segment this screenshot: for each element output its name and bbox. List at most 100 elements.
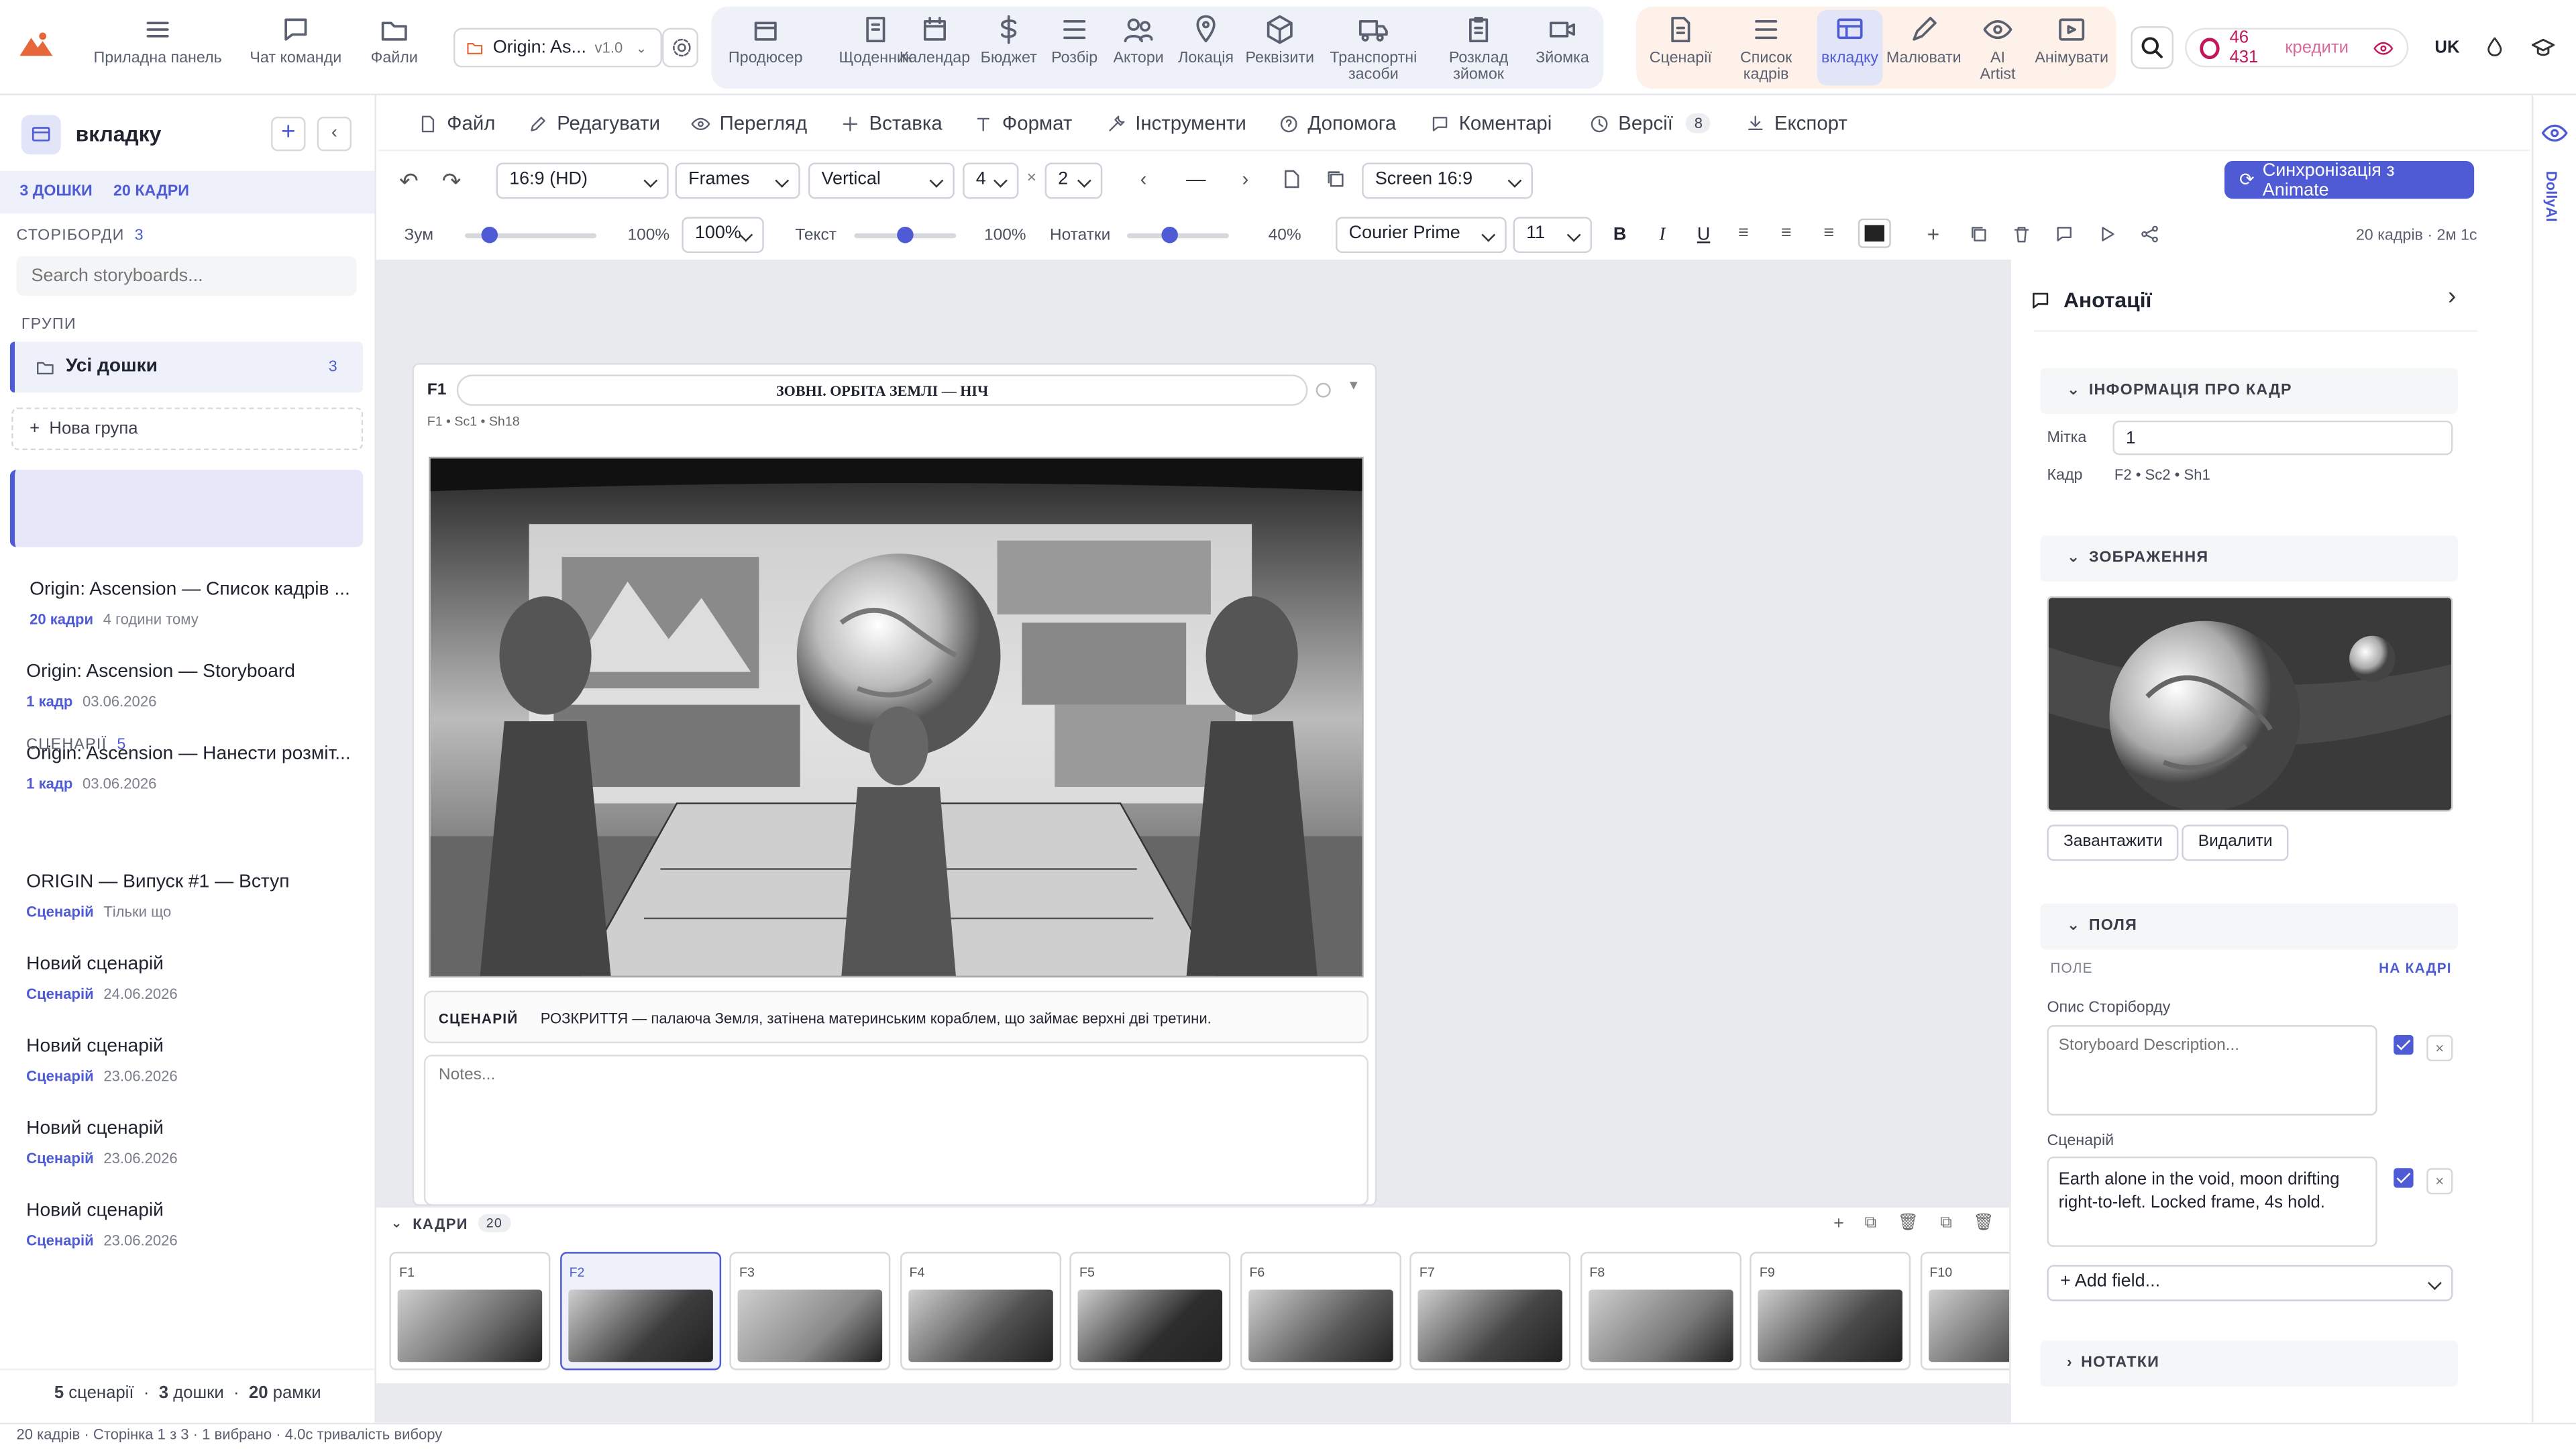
undo-button[interactable]: ↶ (399, 168, 419, 196)
nav-script[interactable]: Сценарії (1646, 13, 1715, 68)
language-switch[interactable]: UK (2434, 38, 2459, 57)
underline-button[interactable]: U (1697, 225, 1710, 245)
frames-select[interactable]: Frames (675, 162, 800, 199)
page-icon[interactable] (1280, 168, 1303, 191)
frame-image[interactable] (429, 456, 1364, 978)
board-item[interactable]: Origin: Ascension — Список кадрів ... (30, 580, 350, 599)
annotation-image[interactable] (2047, 596, 2453, 812)
board-item[interactable]: Origin: Ascension — Storyboard (26, 662, 295, 682)
menu-history[interactable]: Версії 8 (1589, 112, 1711, 135)
frame-thumbnail[interactable]: F4 (899, 1252, 1061, 1371)
nav-camera[interactable]: Зйомка (1534, 13, 1590, 68)
frame-thumbnail[interactable]: F9 (1750, 1252, 1911, 1371)
screen-select[interactable]: Screen 16:9 (1362, 162, 1533, 199)
nav-actors[interactable]: Актори (1111, 13, 1167, 68)
align-left-icon[interactable]: ≡ (1738, 223, 1749, 243)
drop-icon[interactable] (2482, 34, 2507, 59)
comment-icon[interactable] (2053, 223, 2075, 245)
nav-animate[interactable]: Анімувати (2032, 13, 2111, 68)
collapse-sidebar-button[interactable]: ‹ (317, 116, 352, 152)
next-page-button[interactable]: › (1242, 168, 1248, 191)
tab-boards[interactable]: 3 ДОШКИ (19, 182, 92, 201)
zoom-slider-handle[interactable] (481, 226, 498, 244)
nav-files[interactable]: Файли (363, 13, 425, 68)
trash-icon[interactable] (2011, 223, 2033, 245)
aspect-select[interactable]: 16:9 (HD) (496, 162, 669, 199)
search-storyboards-input[interactable] (16, 256, 357, 296)
search-button[interactable] (2131, 26, 2174, 69)
strip-add-icon[interactable]: + (1833, 1214, 1844, 1234)
scenario-input[interactable]: Earth alone in the void, moon drifting r… (2047, 1157, 2377, 1247)
columns-input[interactable]: 4 (963, 162, 1019, 199)
script-item[interactable]: ORIGIN — Випуск #1 — Вступ (26, 872, 289, 892)
frame-heading-input[interactable]: ЗОВНІ. ОРБІТА ЗЕМЛІ — НІЧ (456, 374, 1308, 406)
nav-vehicle[interactable]: Транспортні засоби (1329, 13, 1417, 84)
frame-thumbnail[interactable]: F8 (1579, 1252, 1741, 1371)
new-group-button[interactable]: + Нова група (11, 407, 364, 451)
strip-copy-icon[interactable]: ⧉ (1865, 1214, 1876, 1232)
menu-tools[interactable]: Інструменти (1106, 112, 1246, 135)
script-item[interactable]: Новий сценарій (26, 1119, 164, 1138)
strip-delete-icon[interactable]: 🗑 (1973, 1214, 1994, 1232)
nav-location[interactable]: Локація (1178, 13, 1234, 68)
frame-thumbnail[interactable]: F5 (1069, 1252, 1231, 1371)
font-size-select[interactable]: 11 (1513, 217, 1593, 254)
delete-image-button[interactable]: Видалити (2182, 824, 2290, 861)
frame-notes-input[interactable] (423, 1055, 1369, 1206)
remove-scenario-field[interactable]: × (2426, 1168, 2453, 1195)
frame-script-box[interactable]: СЦЕНАРІЙ РОЗКРИТТЯ — палаюча Земля, заті… (423, 990, 1369, 1044)
nav-schedule[interactable]: Розклад зйомок (1446, 13, 1511, 84)
align-right-icon[interactable]: ≡ (1823, 223, 1834, 243)
prev-page-button[interactable]: ‹ (1140, 168, 1147, 191)
menu-plus[interactable]: Вставка (839, 112, 943, 135)
strip-trash-icon[interactable]: 🗑 (1898, 1214, 1919, 1232)
project-settings-button[interactable] (661, 28, 698, 68)
description-input[interactable] (2047, 1025, 2377, 1116)
menu-text[interactable]: Формат (973, 112, 1072, 135)
menu-comment[interactable]: Коментарі (1430, 112, 1552, 135)
duplicate-icon[interactable] (1324, 168, 1347, 191)
frame-thumbnail[interactable]: F2 (559, 1252, 720, 1371)
layout-select[interactable]: Vertical (808, 162, 955, 199)
frame-thumbnail[interactable]: F1 (389, 1252, 551, 1371)
text-scale-slider[interactable] (854, 226, 957, 244)
frame-strip-header[interactable]: ⌄ КАДРИ 20 (391, 1214, 511, 1232)
align-center-icon[interactable]: ≡ (1781, 223, 1792, 243)
dolly-eye-icon[interactable] (2540, 118, 2569, 148)
remove-description-field[interactable]: × (2426, 1034, 2453, 1062)
panel-close-chevron[interactable]: › (2448, 282, 2456, 311)
notes-slider-handle[interactable] (1161, 226, 1178, 244)
frame-thumbnail[interactable]: F3 (729, 1252, 891, 1371)
nav-dollar[interactable]: Бюджет (981, 13, 1037, 68)
upload-button[interactable]: Завантажити (2047, 824, 2180, 861)
text-color-swatch[interactable] (1858, 218, 1891, 248)
frame-menu-chevron[interactable]: ▼ (1347, 378, 1360, 392)
nav-team-chat[interactable]: Чат команди (243, 13, 348, 68)
nav-props[interactable]: Реквізити (1245, 13, 1314, 68)
zoom-select[interactable]: 100% (682, 217, 764, 254)
section-image[interactable]: ⌄ ЗОБРАЖЕННЯ (2040, 535, 2458, 582)
script-item[interactable]: Новий сценарій (26, 955, 164, 974)
copy-icon[interactable] (1968, 223, 1990, 245)
menu-export[interactable]: Експорт (1745, 112, 1847, 135)
nav-eye[interactable]: AI Artist (1972, 13, 2024, 84)
nav-shotlist[interactable]: Список кадрів (1735, 13, 1797, 84)
notes-scale-slider[interactable] (1127, 226, 1229, 244)
credits-badge[interactable]: 46 431 кредити (2185, 28, 2409, 68)
menu-edit[interactable]: Редагувати (527, 112, 660, 135)
description-on-frame-checkbox[interactable] (2394, 1034, 2414, 1055)
redo-button[interactable]: ↷ (442, 168, 462, 196)
frame-card[interactable]: F1 ЗОВНІ. ОРБІТА ЗЕМЛІ — НІЧ ▼ F1 • Sc1 … (412, 363, 1377, 1206)
all-boards-item[interactable]: Усі дошки 3 (9, 341, 364, 393)
scenario-on-frame-checkbox[interactable] (2394, 1168, 2414, 1188)
nav-breakdown[interactable]: Розбір (1046, 13, 1102, 68)
project-selector[interactable]: Origin: As... v1.0 ⌄ (453, 28, 662, 68)
section-fields[interactable]: ⌄ ПОЛЯ (2040, 903, 2458, 950)
nav-producer[interactable]: Продюсер (728, 13, 804, 68)
add-field-select[interactable]: + Add field... (2047, 1265, 2453, 1301)
graduation-cap-icon[interactable] (2530, 34, 2556, 60)
text-slider-handle[interactable] (897, 226, 914, 244)
nav-pencil[interactable]: Малювати (1886, 13, 1962, 68)
strip-duplicate-icon[interactable]: ⧉ (1940, 1214, 1951, 1232)
frame-thumbnail[interactable]: F6 (1239, 1252, 1401, 1371)
